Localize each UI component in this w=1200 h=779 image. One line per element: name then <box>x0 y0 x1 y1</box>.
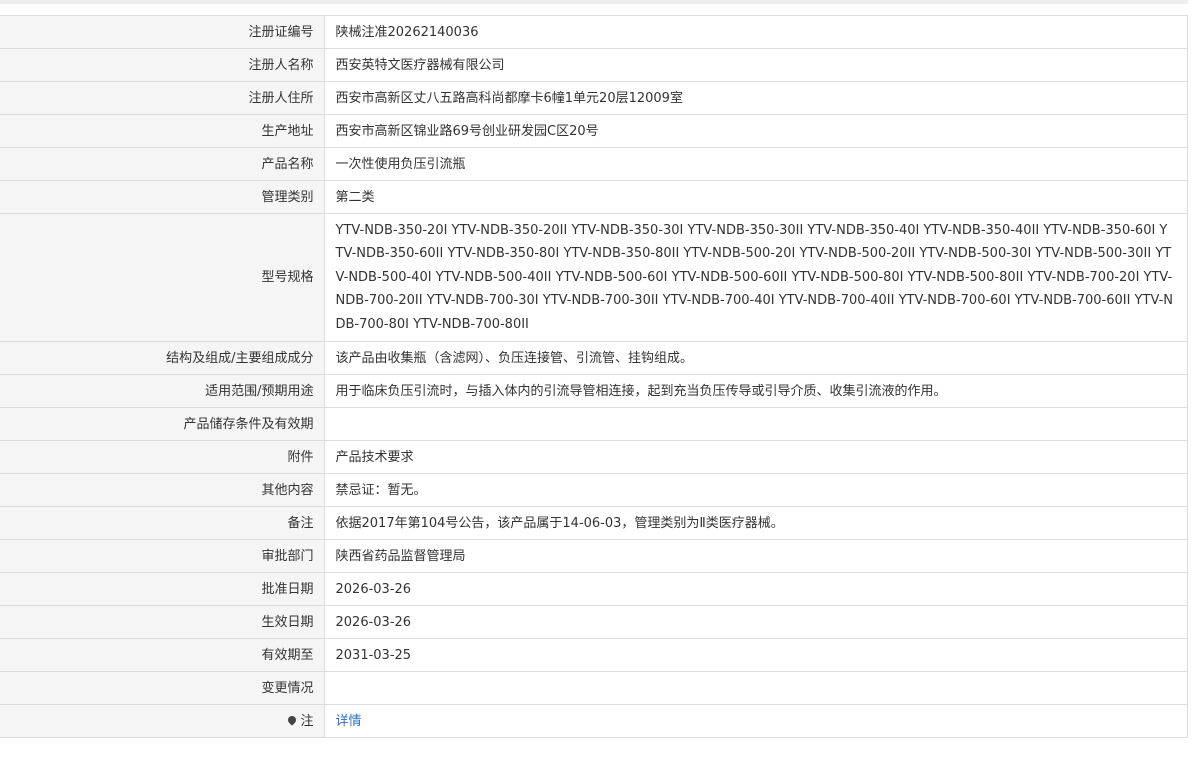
details-link[interactable]: 详情 <box>336 714 362 729</box>
table-row: 批准日期 2026-03-26 <box>0 572 1188 606</box>
row-label-registration-number: 注册证编号 <box>0 15 325 49</box>
table-row: 适用范围/预期用途 用于临床负压引流时，与插入体内的引流导管相连接，起到充当负压… <box>0 374 1188 408</box>
table-row: 型号规格 YTV-NDB-350-20I YTV-NDB-350-20II YT… <box>0 213 1188 342</box>
row-value-changes <box>324 671 1188 705</box>
row-label-production-address: 生产地址 <box>0 114 325 148</box>
table-row: 生效日期 2026-03-26 <box>0 605 1188 639</box>
pin-icon <box>286 713 299 726</box>
row-value-storage <box>324 407 1188 441</box>
top-strip <box>0 0 1200 4</box>
table-row: 变更情况 <box>0 671 1188 705</box>
row-label-effective-date: 生效日期 <box>0 605 325 639</box>
row-label-product-name: 产品名称 <box>0 147 325 181</box>
row-label-registrant-name: 注册人名称 <box>0 48 325 82</box>
right-gutter <box>1188 0 1200 779</box>
row-label-registrant-address: 注册人住所 <box>0 81 325 115</box>
row-label-intended-use: 适用范围/预期用途 <box>0 374 325 408</box>
row-value-approval-date: 2026-03-26 <box>324 572 1188 606</box>
row-label-structure: 结构及组成/主要组成成分 <box>0 341 325 375</box>
table-row: 注册人住所 西安市高新区丈八五路高科尚都摩卡6幢1单元20层12009室 <box>0 81 1188 115</box>
table-row: 管理类别 第二类 <box>0 180 1188 214</box>
row-value-registrant-name: 西安英特文医疗器械有限公司 <box>324 48 1188 82</box>
row-label-valid-until: 有效期至 <box>0 638 325 672</box>
note-label: 注 <box>300 713 314 729</box>
row-value-model-spec: YTV-NDB-350-20I YTV-NDB-350-20II YTV-NDB… <box>324 213 1188 342</box>
row-label-changes: 变更情况 <box>0 671 325 705</box>
table-row: 产品名称 一次性使用负压引流瓶 <box>0 147 1188 181</box>
row-value-management-category: 第二类 <box>324 180 1188 214</box>
row-label-note: 注 <box>0 704 325 738</box>
table-row: 注册人名称 西安英特文医疗器械有限公司 <box>0 48 1188 82</box>
table-row: 生产地址 西安市高新区锦业路69号创业研发园C区20号 <box>0 114 1188 148</box>
row-value-remarks: 依据2017年第104号公告，该产品属于14-06-03，管理类别为Ⅱ类医疗器械… <box>324 506 1188 540</box>
table-row: 有效期至 2031-03-25 <box>0 638 1188 672</box>
row-label-attachment: 附件 <box>0 440 325 474</box>
row-label-approval-date: 批准日期 <box>0 572 325 606</box>
table-row: 其他内容 禁忌证：暂无。 <box>0 473 1188 507</box>
row-label-remarks: 备注 <box>0 506 325 540</box>
table-row: 附件 产品技术要求 <box>0 440 1188 474</box>
row-value-intended-use: 用于临床负压引流时，与插入体内的引流导管相连接，起到充当负压传导或引导介质、收集… <box>324 374 1188 408</box>
row-label-other: 其他内容 <box>0 473 325 507</box>
table-row: 注册证编号 陕械注准20262140036 <box>0 15 1188 49</box>
row-value-structure: 该产品由收集瓶（含滤网）、负压连接管、引流管、挂钩组成。 <box>324 341 1188 375</box>
row-value-registrant-address: 西安市高新区丈八五路高科尚都摩卡6幢1单元20层12009室 <box>324 81 1188 115</box>
table-row: 结构及组成/主要组成成分 该产品由收集瓶（含滤网）、负压连接管、引流管、挂钩组成… <box>0 341 1188 375</box>
row-value-note: 详情 <box>324 704 1188 738</box>
row-label-management-category: 管理类别 <box>0 180 325 214</box>
page: 注册证编号 陕械注准20262140036 注册人名称 西安英特文医疗器械有限公… <box>0 0 1200 779</box>
row-value-production-address: 西安市高新区锦业路69号创业研发园C区20号 <box>324 114 1188 148</box>
table-row: 审批部门 陕西省药品监督管理局 <box>0 539 1188 573</box>
row-label-storage: 产品储存条件及有效期 <box>0 407 325 441</box>
registration-detail-table: 注册证编号 陕械注准20262140036 注册人名称 西安英特文医疗器械有限公… <box>0 15 1188 738</box>
row-label-model-spec: 型号规格 <box>0 213 325 342</box>
row-value-attachment: 产品技术要求 <box>324 440 1188 474</box>
row-value-product-name: 一次性使用负压引流瓶 <box>324 147 1188 181</box>
row-value-registration-number: 陕械注准20262140036 <box>324 15 1188 49</box>
row-value-effective-date: 2026-03-26 <box>324 605 1188 639</box>
table-row: 备注 依据2017年第104号公告，该产品属于14-06-03，管理类别为Ⅱ类医… <box>0 506 1188 540</box>
table-row: 注 详情 <box>0 704 1188 738</box>
row-label-approval-dept: 审批部门 <box>0 539 325 573</box>
table-row: 产品储存条件及有效期 <box>0 407 1188 441</box>
row-value-other: 禁忌证：暂无。 <box>324 473 1188 507</box>
row-value-approval-dept: 陕西省药品监督管理局 <box>324 539 1188 573</box>
row-value-valid-until: 2031-03-25 <box>324 638 1188 672</box>
